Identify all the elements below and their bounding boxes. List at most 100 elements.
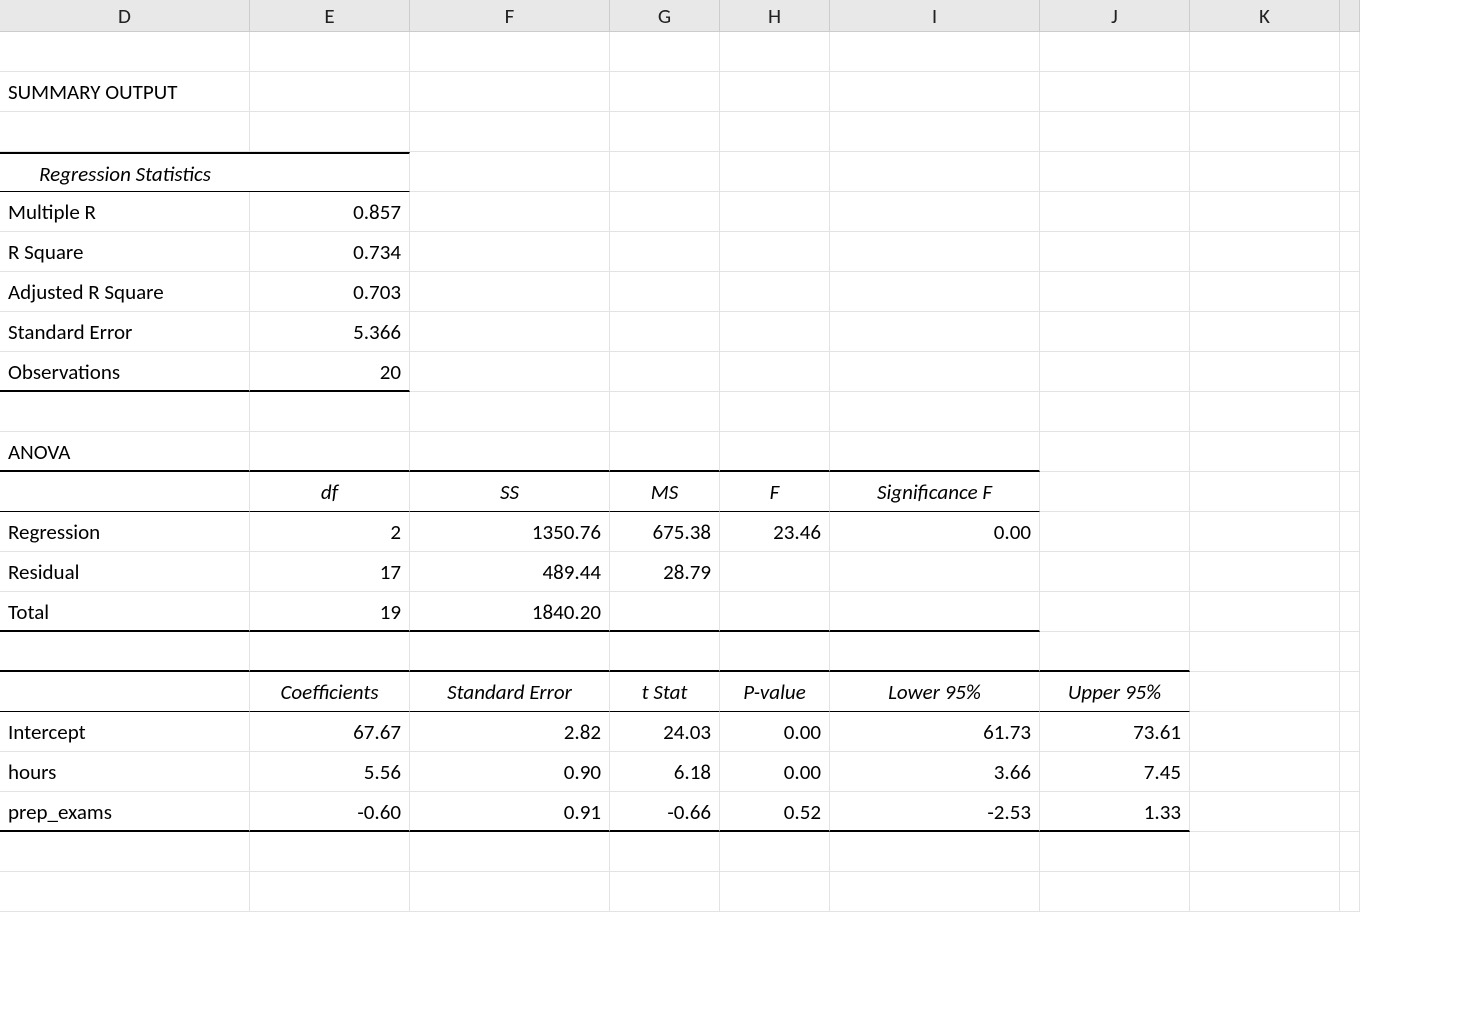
cell[interactable] — [410, 872, 610, 912]
cell[interactable] — [1040, 112, 1190, 152]
anova-value[interactable]: 0.00 — [830, 512, 1040, 552]
cell[interactable] — [250, 432, 410, 472]
cell[interactable] — [1340, 592, 1360, 632]
coef-header-t[interactable]: t Stat — [610, 672, 720, 712]
cell[interactable] — [610, 632, 720, 672]
coef-header-coef[interactable]: Coefficients — [250, 672, 410, 712]
cell[interactable] — [250, 72, 410, 112]
cell[interactable] — [720, 32, 830, 72]
coef-row-label[interactable]: hours — [0, 752, 250, 792]
anova-value[interactable] — [720, 552, 830, 592]
cell[interactable] — [0, 472, 250, 512]
anova-value[interactable] — [610, 592, 720, 632]
reg-stat-label[interactable]: Standard Error — [0, 312, 250, 352]
cell[interactable] — [1190, 32, 1340, 72]
coef-value[interactable]: 0.91 — [410, 792, 610, 832]
cell[interactable] — [610, 272, 720, 312]
cell[interactable] — [720, 872, 830, 912]
cell[interactable] — [410, 72, 610, 112]
coef-value[interactable]: 2.82 — [410, 712, 610, 752]
coef-value[interactable]: 6.18 — [610, 752, 720, 792]
anova-value[interactable]: 675.38 — [610, 512, 720, 552]
cell[interactable] — [720, 392, 830, 432]
cell[interactable] — [1340, 112, 1360, 152]
coef-value[interactable]: 0.52 — [720, 792, 830, 832]
cell[interactable] — [410, 392, 610, 432]
cell[interactable] — [1340, 432, 1360, 472]
reg-stat-value[interactable]: 0.703 — [250, 272, 410, 312]
coef-value[interactable]: 3.66 — [830, 752, 1040, 792]
coef-header-p[interactable]: P-value — [720, 672, 830, 712]
col-header[interactable]: E — [250, 0, 410, 32]
summary-output-title[interactable]: SUMMARY OUTPUT — [0, 72, 250, 112]
cell[interactable] — [1040, 392, 1190, 432]
cell[interactable] — [1190, 792, 1340, 832]
coef-value[interactable]: 67.67 — [250, 712, 410, 752]
cell[interactable] — [830, 272, 1040, 312]
cell[interactable] — [1340, 752, 1360, 792]
cell[interactable] — [1040, 552, 1190, 592]
cell[interactable] — [1040, 432, 1190, 472]
cell[interactable] — [830, 32, 1040, 72]
cell[interactable] — [720, 352, 830, 392]
cell[interactable] — [0, 672, 250, 712]
cell[interactable] — [1340, 392, 1360, 432]
cell[interactable] — [1190, 632, 1340, 672]
col-header[interactable]: J — [1040, 0, 1190, 32]
cell[interactable] — [0, 832, 250, 872]
anova-row-label[interactable]: Regression — [0, 512, 250, 552]
anova-row-label[interactable]: Total — [0, 592, 250, 632]
cell[interactable] — [1190, 272, 1340, 312]
cell[interactable] — [1340, 792, 1360, 832]
cell[interactable] — [830, 392, 1040, 432]
cell[interactable] — [720, 232, 830, 272]
cell[interactable] — [410, 312, 610, 352]
coef-header-lo[interactable]: Lower 95% — [830, 672, 1040, 712]
cell[interactable] — [1340, 712, 1360, 752]
cell[interactable] — [1190, 872, 1340, 912]
anova-row-label[interactable]: Residual — [0, 552, 250, 592]
cell[interactable] — [1040, 632, 1190, 672]
cell[interactable] — [1190, 712, 1340, 752]
cell[interactable] — [830, 352, 1040, 392]
cell[interactable] — [1040, 152, 1190, 192]
cell[interactable] — [610, 352, 720, 392]
cell[interactable] — [250, 632, 410, 672]
cell[interactable] — [830, 312, 1040, 352]
cell[interactable] — [0, 872, 250, 912]
reg-stat-label[interactable]: Adjusted R Square — [0, 272, 250, 312]
cell[interactable] — [830, 832, 1040, 872]
cell[interactable] — [830, 112, 1040, 152]
col-header[interactable]: D — [0, 0, 250, 32]
cell[interactable] — [830, 872, 1040, 912]
anova-value[interactable]: 1350.76 — [410, 512, 610, 552]
col-header[interactable]: K — [1190, 0, 1340, 32]
coef-row-label[interactable]: prep_exams — [0, 792, 250, 832]
cell[interactable] — [0, 112, 250, 152]
anova-header-sigf[interactable]: Significance F — [830, 472, 1040, 512]
cell[interactable] — [410, 192, 610, 232]
cell[interactable] — [1040, 592, 1190, 632]
cell[interactable] — [720, 312, 830, 352]
anova-title[interactable]: ANOVA — [0, 432, 250, 472]
cell[interactable] — [610, 72, 720, 112]
cell[interactable] — [250, 392, 410, 432]
anova-value[interactable] — [830, 592, 1040, 632]
cell[interactable] — [1190, 512, 1340, 552]
cell[interactable] — [1190, 352, 1340, 392]
cell[interactable] — [1040, 512, 1190, 552]
col-header[interactable]: F — [410, 0, 610, 32]
cell[interactable] — [1190, 752, 1340, 792]
coef-header-se[interactable]: Standard Error — [410, 672, 610, 712]
cell[interactable] — [1190, 552, 1340, 592]
anova-header-ms[interactable]: MS — [610, 472, 720, 512]
col-header[interactable]: H — [720, 0, 830, 32]
reg-stat-label[interactable]: R Square — [0, 232, 250, 272]
coef-value[interactable]: -0.66 — [610, 792, 720, 832]
cell[interactable] — [830, 72, 1040, 112]
cell[interactable] — [1190, 392, 1340, 432]
cell[interactable] — [0, 632, 250, 672]
coef-header-hi[interactable]: Upper 95% — [1040, 672, 1190, 712]
anova-value[interactable]: 2 — [250, 512, 410, 552]
cell[interactable] — [1040, 472, 1190, 512]
